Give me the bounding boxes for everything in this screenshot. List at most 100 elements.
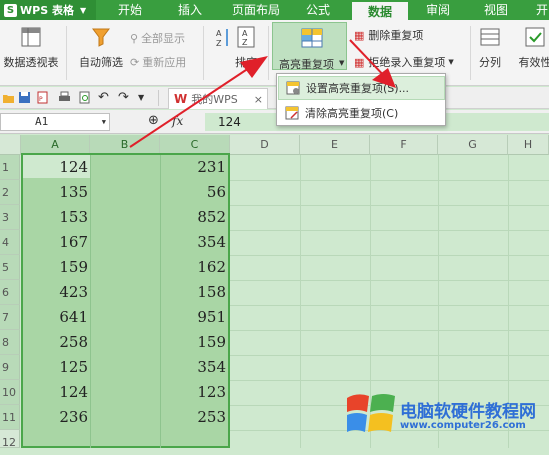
zoom-icon[interactable]: ⊕ xyxy=(148,113,159,128)
name-box[interactable]: A1 ▼ xyxy=(0,113,110,131)
cell-c3[interactable]: 852 xyxy=(162,205,226,230)
row-header[interactable]: 11 xyxy=(0,405,20,430)
row-header[interactable]: 8 xyxy=(0,330,20,355)
pivot-table-button[interactable]: 数据透视表 xyxy=(0,26,62,70)
cell-c7[interactable]: 951 xyxy=(162,305,226,330)
row-header[interactable]: 10 xyxy=(0,380,20,405)
cell-c8[interactable]: 159 xyxy=(162,330,226,355)
cell-c9[interactable]: 354 xyxy=(162,355,226,380)
tab-home[interactable]: 开始 xyxy=(106,0,154,20)
reject-duplicates-button[interactable]: ▦拒绝录入重复项▼ xyxy=(354,54,454,70)
validity-button[interactable]: 有效性 xyxy=(510,26,549,70)
row-header[interactable]: 1 xyxy=(0,155,20,180)
column-header-g[interactable]: G xyxy=(438,135,508,155)
cell-a8[interactable]: 258 xyxy=(24,330,88,355)
column-header-d[interactable]: D xyxy=(230,135,300,155)
app-menu-button[interactable]: S WPS 表格 ▼ xyxy=(0,0,96,20)
show-all-label: 全部显示 xyxy=(141,30,185,46)
reapply-label: 重新应用 xyxy=(142,54,186,70)
pivot-table-icon xyxy=(20,26,42,48)
chevron-down-icon: ▼ xyxy=(339,59,344,67)
cell-c6[interactable]: 158 xyxy=(162,280,226,305)
tab-more[interactable]: 开 xyxy=(530,0,549,20)
cell-a9[interactable]: 125 xyxy=(24,355,88,380)
wps-logo-icon: S xyxy=(4,4,17,17)
show-all-button[interactable]: ⚲全部显示 xyxy=(130,30,185,46)
formula-bar: A1 ▼ ⊕ fx 124 xyxy=(0,110,549,134)
cell-c5[interactable]: 162 xyxy=(162,255,226,280)
cell-a4[interactable]: 167 xyxy=(24,230,88,255)
tab-insert[interactable]: 插入 xyxy=(166,0,214,20)
row-header[interactable]: 3 xyxy=(0,205,20,230)
row-header[interactable]: 2 xyxy=(0,180,20,205)
row-header[interactable]: 5 xyxy=(0,255,20,280)
sort-button[interactable]: AZAZ 排序 xyxy=(206,26,266,70)
column-header-f[interactable]: F xyxy=(370,135,438,155)
cell-c4[interactable]: 354 xyxy=(162,230,226,255)
cell-c1[interactable]: 231 xyxy=(162,155,226,180)
chevron-down-icon: ▼ xyxy=(80,6,86,15)
row-header[interactable]: 6 xyxy=(0,280,20,305)
quick-access-toolbar: P ↶ ↷ ▼ xyxy=(0,87,549,109)
cell-a1[interactable]: 124 xyxy=(24,155,88,180)
svg-text:A: A xyxy=(242,29,248,38)
cell-a3[interactable]: 153 xyxy=(24,205,88,230)
delete-duplicates-label: 删除重复项 xyxy=(368,27,423,43)
split-columns-icon xyxy=(479,26,501,48)
svg-text:Z: Z xyxy=(242,38,248,47)
tab-page-layout[interactable]: 页面布局 xyxy=(224,0,288,20)
doc-tab-my-wps[interactable]: W 我的WPS × xyxy=(168,88,268,109)
autofilter-button[interactable]: 自动筛选 xyxy=(72,26,130,70)
reapply-button[interactable]: ⟳重新应用 xyxy=(130,54,186,70)
cell-c10[interactable]: 123 xyxy=(162,380,226,405)
column-header-b[interactable]: B xyxy=(90,135,160,155)
highlight-duplicates-label: 高亮重复项 xyxy=(279,56,334,72)
cell-c11[interactable]: 253 xyxy=(162,405,226,430)
row-header[interactable]: 4 xyxy=(0,230,20,255)
fx-icon[interactable]: fx xyxy=(172,114,183,128)
set-highlight-duplicates-label: 设置高亮重复项(S)... xyxy=(306,80,409,96)
print-preview-icon[interactable] xyxy=(78,91,91,104)
cell-a11[interactable]: 236 xyxy=(24,405,88,430)
cell-a7[interactable]: 641 xyxy=(24,305,88,330)
clear-highlight-duplicates-item[interactable]: 清除高亮重复项(C) xyxy=(278,101,445,125)
chevron-down-icon[interactable]: ▼ xyxy=(138,91,151,104)
row-header[interactable]: 12 xyxy=(0,430,20,448)
save-icon[interactable] xyxy=(18,91,31,104)
close-icon[interactable]: × xyxy=(254,93,263,106)
column-header-h[interactable]: H xyxy=(508,135,549,155)
autofilter-label: 自动筛选 xyxy=(79,54,123,70)
delete-duplicates-button[interactable]: ▦删除重复项 xyxy=(354,27,423,43)
print-icon[interactable] xyxy=(58,91,71,104)
svg-text:P: P xyxy=(39,96,43,103)
watermark-title: 电脑软硬件教程网 xyxy=(400,397,536,422)
cell-a2[interactable]: 135 xyxy=(24,180,88,205)
tab-data[interactable]: 数据 xyxy=(352,0,408,20)
set-highlight-duplicates-item[interactable]: 设置高亮重复项(S)... xyxy=(278,76,445,100)
cell-a10[interactable]: 124 xyxy=(24,380,88,405)
column-header-c[interactable]: C xyxy=(160,135,230,155)
windows-logo-icon xyxy=(345,390,397,438)
split-columns-button[interactable]: 分列 xyxy=(470,26,510,70)
cell-c2[interactable]: 56 xyxy=(162,180,226,205)
column-header-e[interactable]: E xyxy=(300,135,370,155)
undo-icon[interactable]: ↶ xyxy=(98,91,111,104)
redo-icon[interactable]: ↷ xyxy=(118,91,131,104)
cell-a6[interactable]: 423 xyxy=(24,280,88,305)
clear-highlight-duplicates-label: 清除高亮重复项(C) xyxy=(305,105,398,121)
row-header[interactable]: 9 xyxy=(0,355,20,380)
cell-a5[interactable]: 159 xyxy=(24,255,88,280)
column-header-a[interactable]: A xyxy=(21,135,90,155)
highlight-duplicates-button[interactable]: 高亮重复项 ▼ xyxy=(272,22,347,70)
funnel-icon xyxy=(90,26,112,48)
tab-view[interactable]: 视图 xyxy=(472,0,520,20)
highlight-duplicates-menu: 设置高亮重复项(S)... 清除高亮重复项(C) xyxy=(276,73,446,126)
title-bar: S WPS 表格 ▼ 开始 插入 页面布局 公式 数据 审阅 视图 开 xyxy=(0,0,549,20)
doc-tab-label: 我的WPS xyxy=(191,91,238,107)
export-pdf-icon[interactable]: P xyxy=(36,91,49,104)
open-folder-icon[interactable] xyxy=(2,91,15,104)
select-all-corner[interactable] xyxy=(0,135,21,155)
tab-formula[interactable]: 公式 xyxy=(294,0,342,20)
row-header[interactable]: 7 xyxy=(0,305,20,330)
tab-review[interactable]: 审阅 xyxy=(414,0,462,20)
